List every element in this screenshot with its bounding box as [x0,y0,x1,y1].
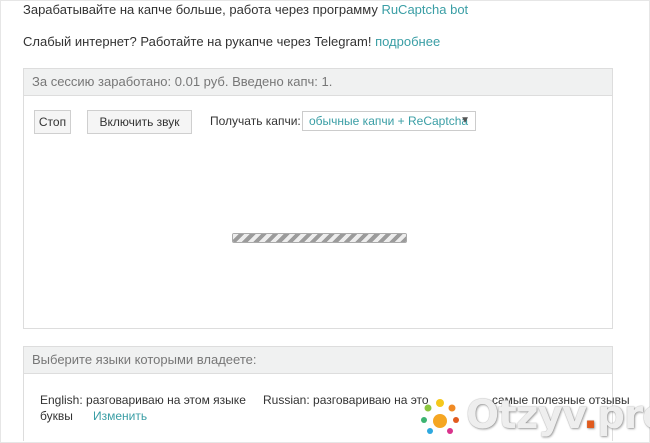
language-header: Выберите языки которыми владеете: [24,347,612,374]
change-language-link[interactable]: Изменить [93,409,147,423]
loading-progress-bar [232,233,407,243]
session-stats-header: За сессию заработано: 0.01 руб. Введено … [24,69,612,96]
english-language-status: English: разговариваю на этом языке [40,393,246,407]
more-info-link[interactable]: подробнее [375,34,440,49]
captcha-type-select[interactable]: обычные капчи + ReCaptcha ▼ [302,111,476,131]
russian-language-status: Russian: разговариваю на это [263,393,429,407]
intro-telegram-text: Слабый интернет? Работайте на рукапче че… [23,34,376,49]
dropdown-arrow-icon: ▼ [460,115,470,126]
language-panel: Выберите языки которыми владеете: Englis… [23,346,630,441]
enable-sound-button[interactable]: Включить звук [87,110,192,134]
progress-fill [233,234,406,242]
english-language-status-cont: буквы [40,409,73,423]
captcha-type-value: обычные капчи + ReCaptcha [309,114,469,128]
reviews-tagline: самые полезные отзывы [492,393,630,407]
stop-button[interactable]: Стоп [34,110,71,134]
session-panel: За сессию заработано: 0.01 руб. Введено … [23,68,613,329]
receive-captcha-label: Получать капчи: [210,114,301,128]
intro-bot-text: Зарабатывайте на капче больше, работа че… [23,2,382,17]
rucaptcha-bot-link[interactable]: RuCaptcha bot [381,2,468,17]
intro-telegram-line: Слабый интернет? Работайте на рукапче че… [23,34,440,49]
intro-bot-line: Зарабатывайте на капче больше, работа че… [23,2,468,17]
